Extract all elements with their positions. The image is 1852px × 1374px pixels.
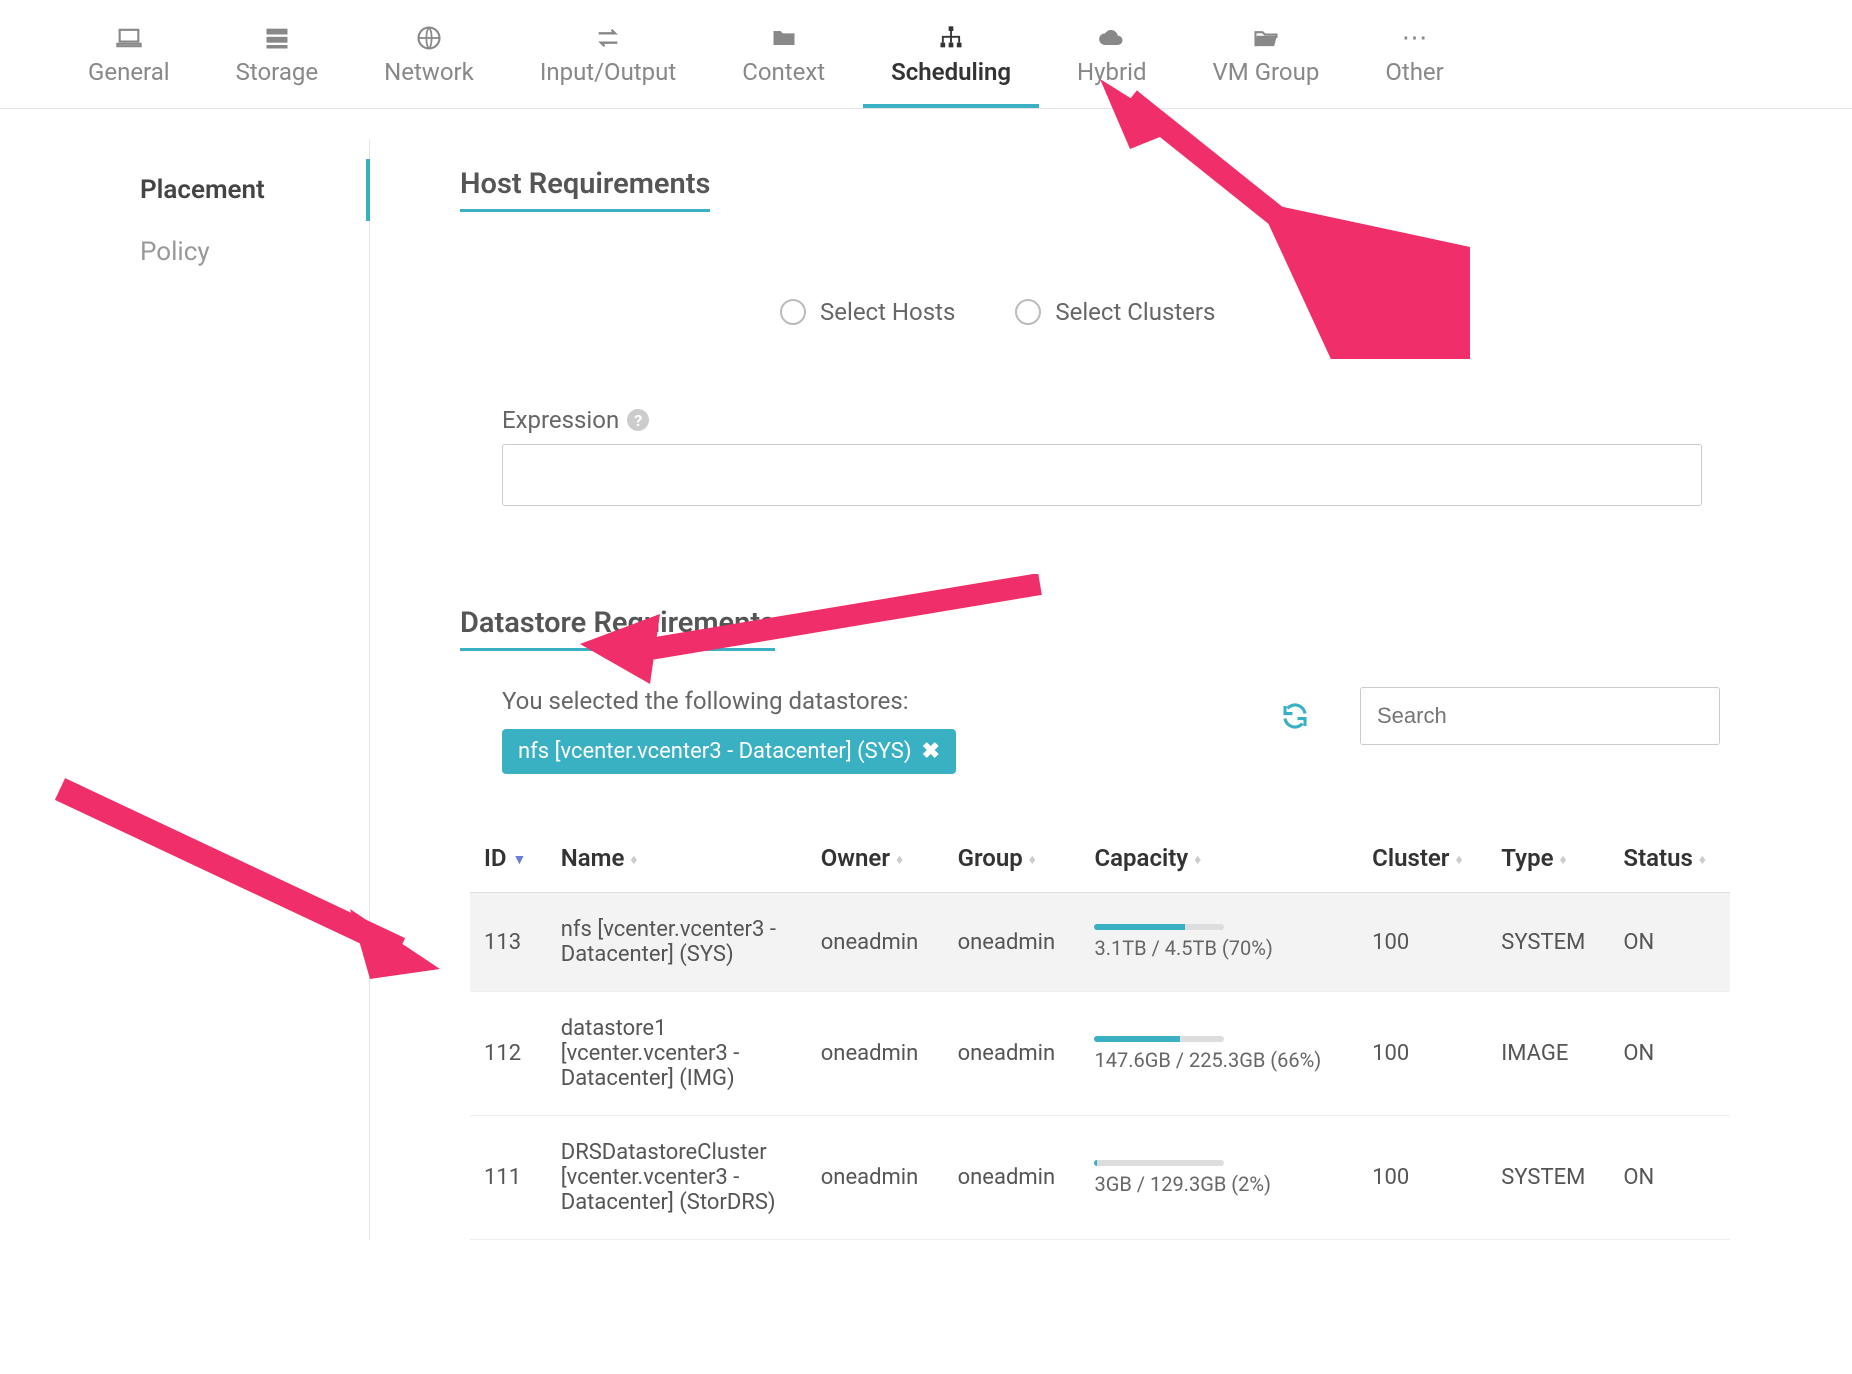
cell-owner: oneadmin	[807, 992, 944, 1116]
expression-label: Expression ?	[502, 406, 1762, 434]
tab-network[interactable]: Network	[356, 24, 502, 108]
search-input[interactable]	[1360, 687, 1720, 745]
cell-cluster: 100	[1358, 893, 1487, 992]
host-requirements-title: Host Requirements	[460, 167, 710, 212]
cell-type: SYSTEM	[1487, 893, 1609, 992]
sort-icon: ♦	[1029, 851, 1036, 868]
content: Host Requirements Select Hosts Select Cl…	[370, 139, 1852, 1240]
top-tabs: General Storage Network Input/Output Con…	[0, 0, 1852, 109]
tab-context[interactable]: Context	[714, 24, 853, 108]
sidebar-item-policy[interactable]: Policy	[116, 221, 370, 283]
tab-io[interactable]: Input/Output	[512, 24, 704, 108]
cell-type: SYSTEM	[1487, 1116, 1609, 1240]
table-row[interactable]: 111DRSDatastoreCluster [vcenter.vcenter3…	[470, 1116, 1730, 1240]
sort-icon: ♦	[1455, 851, 1462, 868]
col-type[interactable]: Type♦	[1487, 824, 1609, 893]
tab-label: Storage	[236, 58, 318, 86]
cell-group: oneadmin	[944, 1116, 1081, 1240]
cell-id: 112	[470, 992, 547, 1116]
cell-name: nfs [vcenter.vcenter3 - Datacenter] (SYS…	[547, 893, 807, 992]
col-status[interactable]: Status♦	[1609, 824, 1730, 893]
selected-datastore-chip: nfs [vcenter.vcenter3 - Datacenter] (SYS…	[502, 729, 956, 774]
exchange-icon	[594, 24, 622, 52]
cell-status: ON	[1609, 992, 1730, 1116]
table-row[interactable]: 112datastore1 [vcenter.vcenter3 - Datace…	[470, 992, 1730, 1116]
cloud-icon	[1098, 24, 1126, 52]
col-group[interactable]: Group♦	[944, 824, 1081, 893]
datastore-requirements-title: Datastore Requirements	[460, 606, 775, 651]
tab-general[interactable]: General	[60, 24, 198, 108]
sort-icon: ♦	[1559, 851, 1566, 868]
tab-label: Input/Output	[540, 58, 676, 86]
tab-label: General	[88, 58, 170, 86]
sort-desc-icon: ▼	[513, 851, 527, 868]
radio-label: Select Hosts	[820, 298, 955, 326]
radio-select-hosts[interactable]: Select Hosts	[780, 298, 955, 326]
sidebar-item-label: Placement	[140, 175, 265, 205]
cell-id: 111	[470, 1116, 547, 1240]
cell-capacity: 3.1TB / 4.5TB (70%)	[1080, 893, 1358, 992]
cell-status: ON	[1609, 1116, 1730, 1240]
table-row[interactable]: 113nfs [vcenter.vcenter3 - Datacenter] (…	[470, 893, 1730, 992]
tab-label: Scheduling	[891, 58, 1011, 86]
globe-icon	[415, 24, 443, 52]
selected-datastores-text: You selected the following datastores:	[502, 687, 956, 715]
expression-input[interactable]	[502, 444, 1702, 506]
cell-name: datastore1 [vcenter.vcenter3 - Datacente…	[547, 992, 807, 1116]
datastore-table: ID▼ Name♦ Owner♦ Group♦ Capacity♦ Cluste…	[470, 824, 1730, 1240]
refresh-icon[interactable]	[1280, 701, 1310, 731]
chip-label: nfs [vcenter.vcenter3 - Datacenter] (SYS…	[518, 739, 911, 764]
cell-owner: oneadmin	[807, 1116, 944, 1240]
cell-capacity: 3GB / 129.3GB (2%)	[1080, 1116, 1358, 1240]
tab-label: VM Group	[1213, 58, 1320, 86]
tab-label: Context	[742, 58, 825, 86]
col-name[interactable]: Name♦	[547, 824, 807, 893]
col-owner[interactable]: Owner♦	[807, 824, 944, 893]
radio-icon	[780, 299, 806, 325]
cell-cluster: 100	[1358, 1116, 1487, 1240]
laptop-icon	[115, 24, 143, 52]
tab-scheduling[interactable]: Scheduling	[863, 24, 1039, 108]
server-icon	[263, 24, 291, 52]
col-capacity[interactable]: Capacity♦	[1080, 824, 1358, 893]
folder-icon	[770, 24, 798, 52]
radio-label: Select Clusters	[1055, 298, 1215, 326]
sort-icon: ♦	[1699, 851, 1706, 868]
tab-storage[interactable]: Storage	[208, 24, 346, 108]
cell-capacity: 147.6GB / 225.3GB (66%)	[1080, 992, 1358, 1116]
tab-hybrid[interactable]: Hybrid	[1049, 24, 1174, 108]
host-radio-group: Select Hosts Select Clusters	[460, 298, 1762, 326]
sort-icon: ♦	[1194, 851, 1201, 868]
sort-icon: ♦	[896, 851, 903, 868]
radio-icon	[1015, 299, 1041, 325]
cell-name: DRSDatastoreCluster [vcenter.vcenter3 - …	[547, 1116, 807, 1240]
tab-other[interactable]: ⋯ Other	[1357, 24, 1471, 108]
cell-group: oneadmin	[944, 992, 1081, 1116]
sitemap-icon	[937, 24, 965, 52]
sidebar-item-placement[interactable]: Placement	[116, 159, 370, 221]
folder-open-icon	[1252, 24, 1280, 52]
sidebar: Placement Policy	[0, 139, 370, 1240]
chip-remove-icon[interactable]: ✖	[921, 739, 939, 764]
tab-vmgroup[interactable]: VM Group	[1185, 24, 1348, 108]
ellipsis-icon: ⋯	[1401, 24, 1429, 52]
radio-select-clusters[interactable]: Select Clusters	[1015, 298, 1215, 326]
help-icon[interactable]: ?	[627, 409, 649, 431]
cell-id: 113	[470, 893, 547, 992]
tab-label: Network	[384, 58, 474, 86]
cell-cluster: 100	[1358, 992, 1487, 1116]
col-cluster[interactable]: Cluster♦	[1358, 824, 1487, 893]
cell-owner: oneadmin	[807, 893, 944, 992]
tab-label: Other	[1385, 58, 1443, 86]
cell-status: ON	[1609, 893, 1730, 992]
tab-label: Hybrid	[1077, 58, 1146, 86]
cell-group: oneadmin	[944, 893, 1081, 992]
col-id[interactable]: ID▼	[470, 824, 547, 893]
sidebar-item-label: Policy	[140, 237, 210, 267]
cell-type: IMAGE	[1487, 992, 1609, 1116]
sort-icon: ♦	[630, 851, 637, 868]
